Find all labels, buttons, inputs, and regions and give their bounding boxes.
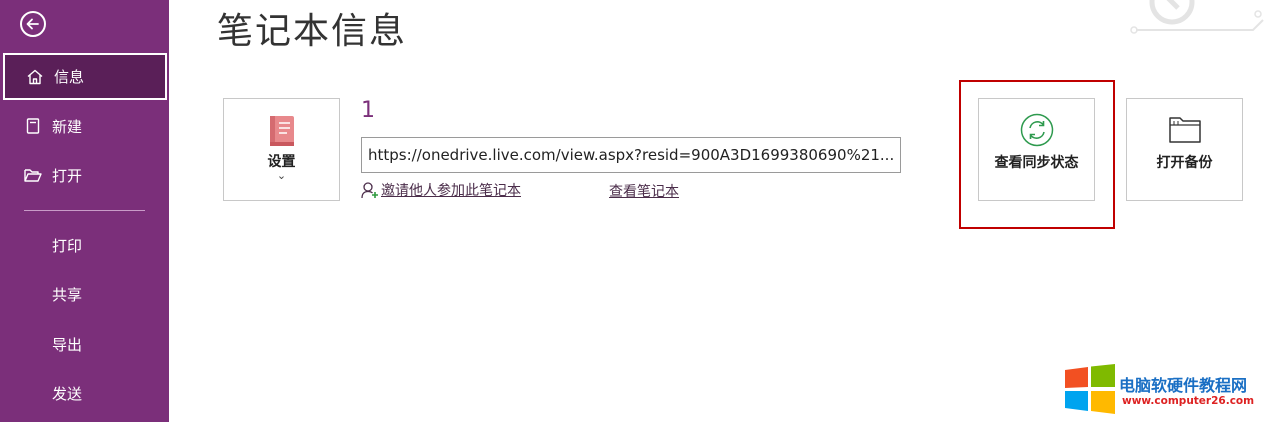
notebook-url-field[interactable]: https://onedrive.live.com/view.aspx?resi… <box>361 137 901 173</box>
view-notebook-link[interactable]: 查看笔记本 <box>609 181 679 201</box>
sidebar-item-label: 发送 <box>52 384 83 403</box>
sidebar-item-open[interactable]: 打开 <box>0 152 169 198</box>
sync-icon <box>1020 113 1054 151</box>
notebook-name: 1 <box>361 98 375 123</box>
watermark-url: www.computer26.com <box>1122 395 1255 407</box>
view-sync-status-button[interactable]: 查看同步状态 <box>978 98 1095 201</box>
invite-link-text: 邀请他人参加此笔记本 <box>381 183 521 199</box>
chevron-down-icon: ⌄ <box>276 169 287 182</box>
invite-link[interactable]: 邀请他人参加此笔记本 <box>361 180 521 200</box>
decorative-circuit-graphic <box>1128 0 1269 44</box>
sidebar-item-new[interactable]: 新建 <box>0 103 169 149</box>
open-backup-label: 打开备份 <box>1156 155 1213 171</box>
sidebar-item-send[interactable]: 发送 <box>0 370 169 416</box>
back-arrow-icon <box>26 18 39 30</box>
add-person-icon <box>361 182 378 199</box>
sidebar-item-print[interactable]: 打印 <box>0 222 169 268</box>
home-icon <box>25 67 45 87</box>
sidebar-item-label: 共享 <box>52 285 83 304</box>
site-watermark: 电脑软硬件教程网 www.computer26.com <box>1064 364 1264 414</box>
open-backup-button[interactable]: 打开备份 <box>1126 98 1243 201</box>
settings-label: 设置 <box>267 154 296 170</box>
page-title: 笔记本信息 <box>217 11 408 52</box>
sidebar-item-label: 导出 <box>52 335 83 354</box>
sidebar-item-share[interactable]: 共享 <box>0 271 169 317</box>
sidebar-item-label: 打印 <box>52 236 83 255</box>
sidebar-item-label: 新建 <box>52 117 83 136</box>
sync-status-label: 查看同步状态 <box>994 155 1079 171</box>
folder-open-icon <box>23 165 43 185</box>
sidebar-item-info[interactable]: 信息 <box>3 53 167 100</box>
watermark-title: 电脑软硬件教程网 <box>1119 376 1248 395</box>
back-button[interactable] <box>20 11 46 37</box>
sidebar-divider <box>24 210 145 211</box>
windows-logo-icon <box>1064 364 1116 418</box>
notebook-icon <box>267 115 297 151</box>
settings-tile[interactable]: 设置 ⌄ <box>223 98 340 201</box>
sidebar-item-label: 信息 <box>54 68 85 86</box>
sidebar-item-export[interactable]: 导出 <box>0 321 169 367</box>
folder-icon <box>1167 115 1203 149</box>
new-page-icon <box>23 116 43 136</box>
sidebar: 信息 新建 打开 打印 共享 导出 发送 <box>0 0 169 422</box>
sidebar-item-label: 打开 <box>52 166 83 185</box>
